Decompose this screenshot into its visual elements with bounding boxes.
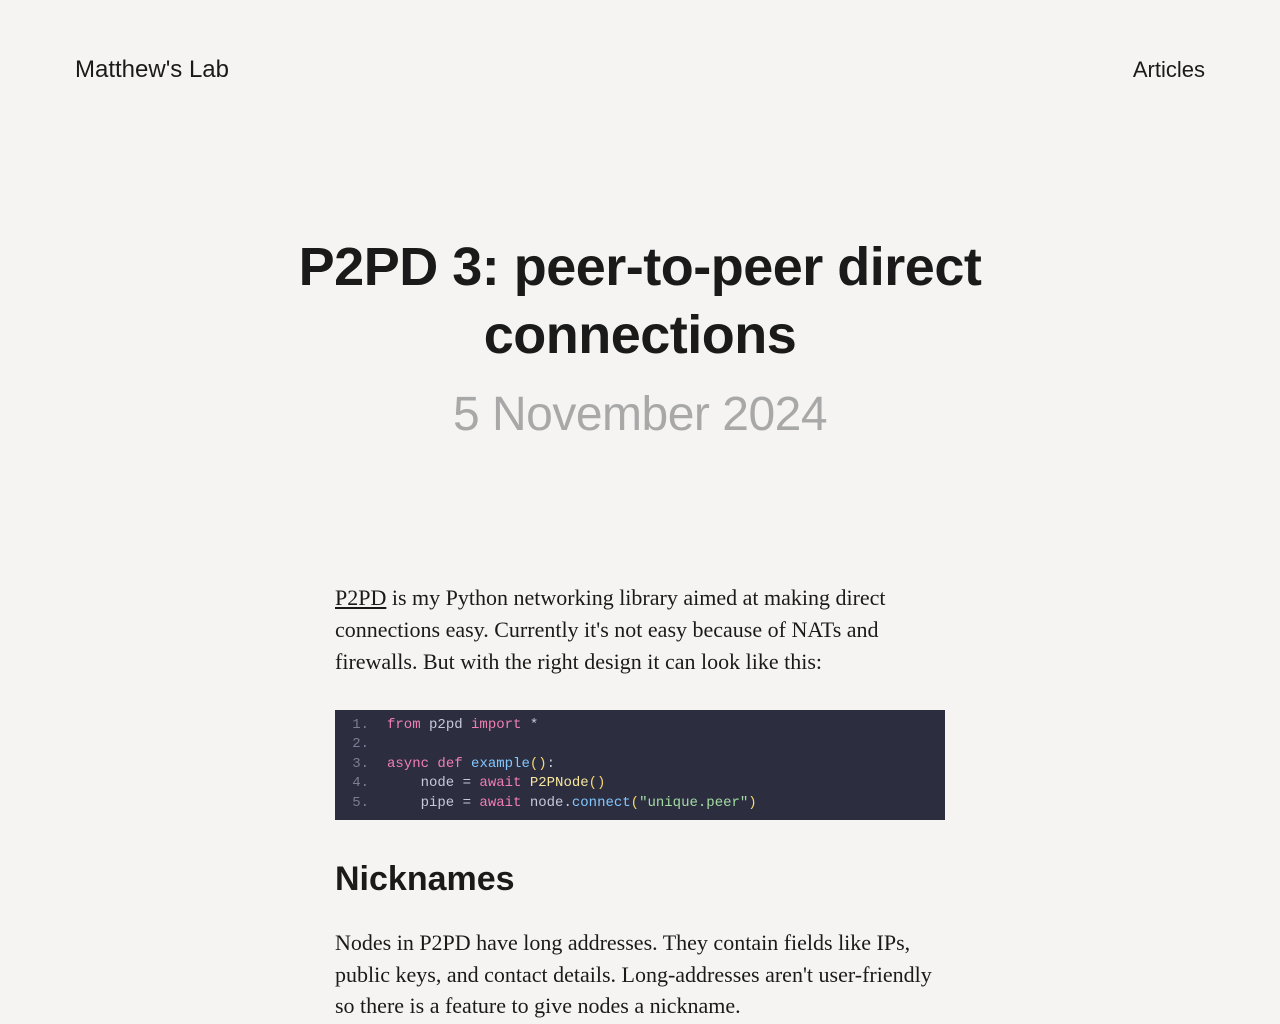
p2pd-link[interactable]: P2PD [335,585,386,610]
article-date: 5 November 2024 [75,387,1205,442]
code-text: pipe = await node.connect("unique.peer") [387,794,757,814]
section-nicknames-body: Nodes in P2PD have long addresses. They … [335,927,945,1023]
site-title-link[interactable]: Matthew's Lab [75,56,229,84]
article-header: P2PD 3: peer-to-peer direct connections … [75,234,1205,442]
intro-text: is my Python networking library aimed at… [335,585,886,674]
line-number: 2. [335,735,387,755]
line-number: 3. [335,755,387,775]
code-line: 3.async def example(): [335,755,945,775]
intro-paragraph: P2PD is my Python networking library aim… [335,582,945,678]
article-title: P2PD 3: peer-to-peer direct connections [230,234,1050,369]
section-nicknames-title: Nicknames [335,860,945,899]
article-content: P2PD is my Python networking library aim… [335,582,945,1022]
code-line: 5. pipe = await node.connect("unique.pee… [335,794,945,814]
line-number: 5. [335,794,387,814]
code-text: async def example(): [387,755,555,775]
site-header: Matthew's Lab Articles [75,0,1205,104]
code-block: 1.from p2pd import *2.3.async def exampl… [335,710,945,820]
code-text: from p2pd import * [387,716,538,736]
line-number: 1. [335,716,387,736]
nav-articles-link[interactable]: Articles [1133,57,1205,83]
code-line: 4. node = await P2PNode() [335,774,945,794]
line-number: 4. [335,774,387,794]
code-text: node = await P2PNode() [387,774,605,794]
code-line: 2. [335,735,945,755]
code-line: 1.from p2pd import * [335,716,945,736]
